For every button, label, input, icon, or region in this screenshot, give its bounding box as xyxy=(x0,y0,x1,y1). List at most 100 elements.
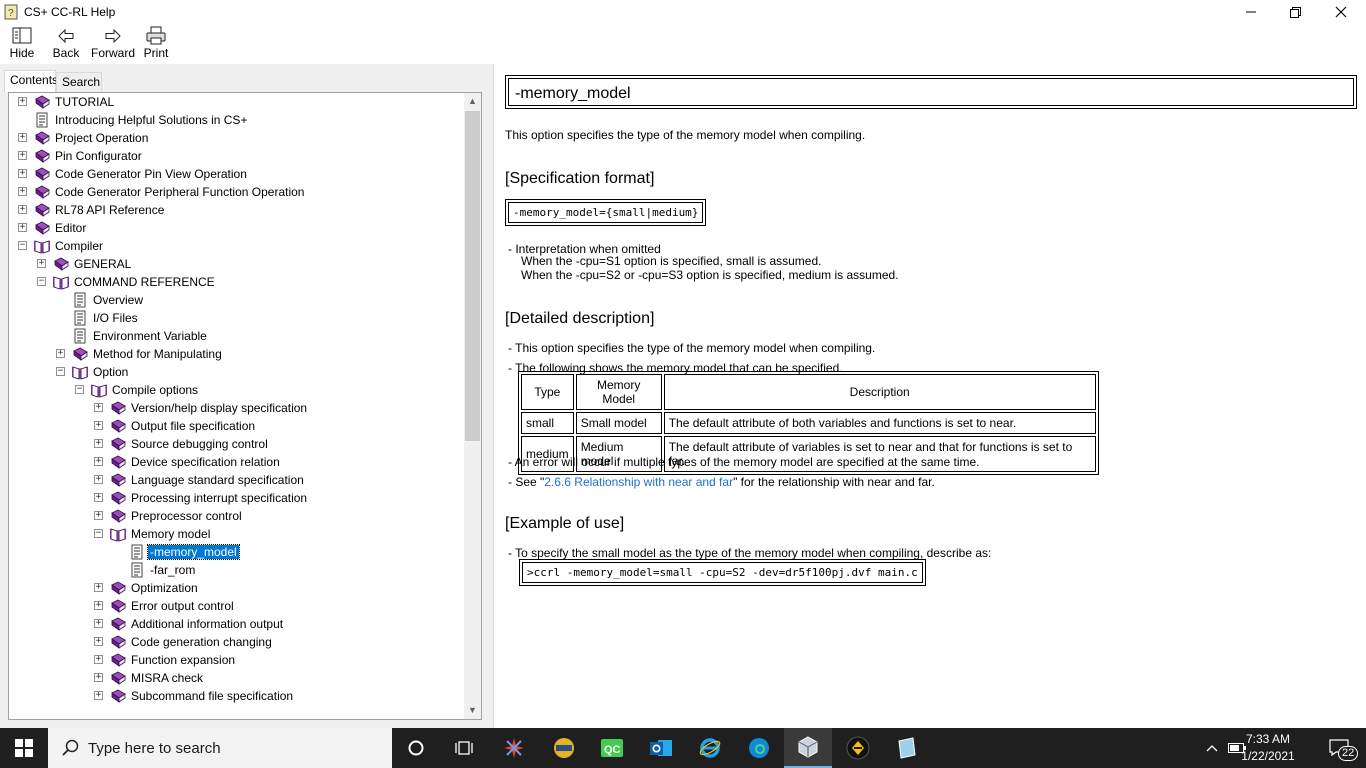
scroll-down-icon[interactable]: ▼ xyxy=(464,702,481,719)
expand-icon[interactable]: + xyxy=(56,349,65,358)
tree-item[interactable]: + Error output control xyxy=(94,597,236,615)
hide-button[interactable]: Hide xyxy=(0,26,44,62)
tree-item[interactable]: + Additional information output xyxy=(94,615,285,633)
cortana-button[interactable] xyxy=(392,728,440,768)
tree-item[interactable]: − Option xyxy=(56,363,130,381)
tree-item[interactable]: + Function expansion xyxy=(94,651,237,669)
tree-item[interactable]: − Compiler xyxy=(18,237,105,255)
tree-item[interactable]: + Processing interrupt specification xyxy=(94,489,309,507)
tree-item[interactable]: + Method for Manipulating xyxy=(56,345,224,363)
taskbar-search-box[interactable]: Type here to search xyxy=(48,728,392,768)
tab-search[interactable]: Search xyxy=(56,72,102,92)
tree-item[interactable]: + Code Generator Peripheral Function Oper… xyxy=(18,183,306,201)
taskbar-app-help[interactable] xyxy=(784,728,832,768)
taskbar-app-edge[interactable] xyxy=(735,728,783,768)
expand-icon[interactable]: + xyxy=(18,151,27,160)
tree-item[interactable]: + Preprocessor control xyxy=(94,507,244,525)
expand-icon[interactable]: + xyxy=(94,583,103,592)
back-button[interactable]: Back xyxy=(44,26,88,62)
tree-item[interactable]: + Language standard specification xyxy=(94,471,306,489)
close-button[interactable] xyxy=(1318,0,1364,24)
restore-button[interactable] xyxy=(1272,0,1318,24)
print-button[interactable]: Print xyxy=(134,26,178,62)
expand-icon[interactable]: + xyxy=(94,403,103,412)
expand-icon[interactable]: + xyxy=(18,133,27,142)
tree-item[interactable]: − Compile options xyxy=(75,381,200,399)
expand-icon[interactable]: + xyxy=(18,187,27,196)
expand-icon[interactable]: + xyxy=(94,655,103,664)
tree-scrollbar[interactable]: ▲ ▼ xyxy=(464,93,481,719)
taskbar-app-ie[interactable] xyxy=(686,728,734,768)
expand-icon[interactable]: + xyxy=(18,205,27,214)
tree-item[interactable]: + Code generation changing xyxy=(94,633,274,651)
expand-icon[interactable]: + xyxy=(18,223,27,232)
tree-item[interactable]: Environment Variable xyxy=(71,327,209,345)
start-button[interactable] xyxy=(0,728,48,768)
tree-item[interactable]: + Device specification relation xyxy=(94,453,282,471)
tree-item[interactable]: -far_rom xyxy=(128,561,197,579)
expand-icon[interactable]: + xyxy=(94,457,103,466)
expand-icon[interactable]: + xyxy=(94,493,103,502)
topic-heading-box: -memory_model xyxy=(505,75,1357,109)
tree-item[interactable]: − Memory model xyxy=(94,525,212,543)
expand-icon[interactable]: + xyxy=(94,511,103,520)
tree-item[interactable]: + MISRA check xyxy=(94,669,205,687)
taskbar-app-notes[interactable] xyxy=(883,728,931,768)
hide-pane-icon xyxy=(12,27,32,44)
tree-item[interactable]: -memory_model xyxy=(128,543,240,561)
collapse-icon[interactable]: − xyxy=(75,385,84,394)
relationship-link[interactable]: 2.6.6 Relationship with near and far xyxy=(544,475,733,489)
system-clock[interactable]: 7:33 AM 1/22/2021 xyxy=(1218,731,1318,765)
tree-item[interactable]: + Output file specification xyxy=(94,417,257,435)
taskbar-app-unity[interactable] xyxy=(834,728,882,768)
tree-item[interactable]: + RL78 API Reference xyxy=(18,201,166,219)
cfg-app-icon xyxy=(554,738,574,758)
tree-item[interactable]: I/O Files xyxy=(71,309,140,327)
task-view-button[interactable] xyxy=(440,728,488,768)
tree-item[interactable]: + Project Operation xyxy=(18,129,150,147)
tree-item[interactable]: + TUTORIAL xyxy=(18,93,116,111)
scroll-thumb[interactable] xyxy=(465,111,480,441)
tree-item[interactable]: + Code Generator Pin View Operation xyxy=(18,165,249,183)
taskbar-app-outlook[interactable] xyxy=(637,728,685,768)
tree-item[interactable]: − COMMAND REFERENCE xyxy=(37,273,217,291)
expand-icon[interactable]: + xyxy=(94,439,103,448)
tab-contents[interactable]: Contents xyxy=(4,70,58,92)
notepad-app-icon xyxy=(898,737,916,759)
expand-icon[interactable]: + xyxy=(94,601,103,610)
page-icon xyxy=(71,292,91,308)
collapse-icon[interactable]: − xyxy=(56,367,65,376)
collapse-icon[interactable]: − xyxy=(37,277,46,286)
expand-icon[interactable]: + xyxy=(94,691,103,700)
forward-button[interactable]: Forward xyxy=(90,26,136,62)
taskbar-app-qc[interactable]: QC xyxy=(588,728,636,768)
page-icon xyxy=(71,310,91,326)
tree-item[interactable]: + Editor xyxy=(18,219,88,237)
tree-item[interactable]: + Subcommand file specification xyxy=(94,687,295,705)
expand-icon[interactable]: + xyxy=(94,619,103,628)
taskbar-app-cfg[interactable] xyxy=(540,728,588,768)
expand-icon[interactable]: + xyxy=(94,673,103,682)
tree-item[interactable]: + Version/help display specification xyxy=(94,399,309,417)
tree-item[interactable]: + Pin Configurator xyxy=(18,147,144,165)
book-closed-icon xyxy=(109,472,129,488)
tree-item-label: Version/help display specification xyxy=(131,401,308,415)
tree-item[interactable]: + GENERAL xyxy=(37,255,133,273)
expand-icon[interactable]: + xyxy=(37,259,46,268)
expand-icon[interactable]: + xyxy=(94,637,103,646)
tree-item[interactable]: Overview xyxy=(71,291,145,309)
expand-icon[interactable]: + xyxy=(94,421,103,430)
scroll-up-icon[interactable]: ▲ xyxy=(464,93,481,110)
minimize-button[interactable] xyxy=(1228,0,1274,24)
collapse-icon[interactable]: − xyxy=(94,529,103,538)
tree-item-label: Code generation changing xyxy=(131,635,272,649)
collapse-icon[interactable]: − xyxy=(18,241,27,250)
expand-icon[interactable]: + xyxy=(18,169,27,178)
expand-icon[interactable]: + xyxy=(18,97,27,106)
tree-item[interactable]: Introducing Helpful Solutions in CS+ xyxy=(33,111,249,129)
notification-center-button[interactable]: 22 xyxy=(1318,728,1362,768)
tree-item[interactable]: + Source debugging control xyxy=(94,435,270,453)
tree-item[interactable]: + Optimization xyxy=(94,579,200,597)
taskbar-app-tool[interactable] xyxy=(490,728,538,768)
expand-icon[interactable]: + xyxy=(94,475,103,484)
